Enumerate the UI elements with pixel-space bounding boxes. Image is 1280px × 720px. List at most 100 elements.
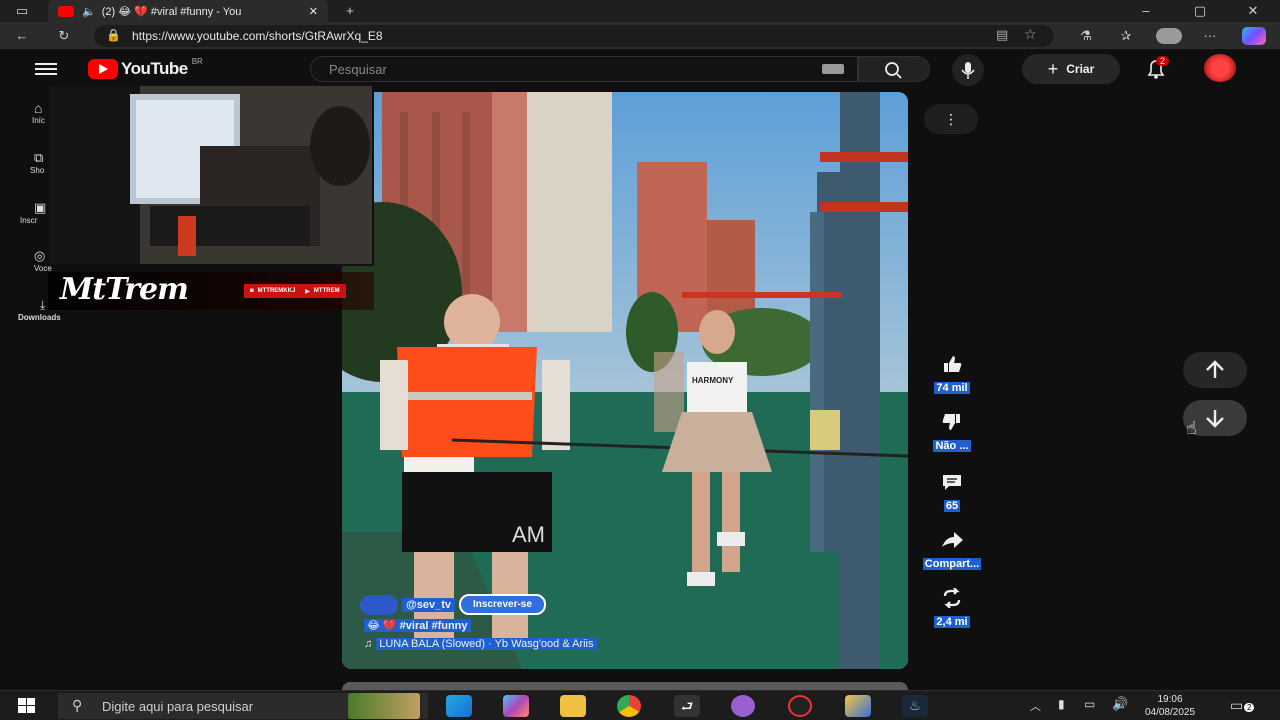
profile-avatar[interactable] (1156, 28, 1182, 44)
social-links: ◙ MTTREMKKJ ▶ MTTREM (244, 284, 346, 298)
facecam-overlay (48, 84, 374, 266)
refresh-icon[interactable]: ↻ (52, 25, 76, 47)
comments-count: 65 (943, 500, 961, 512)
dislike-action[interactable]: Não ... (916, 408, 988, 454)
network-icon[interactable]: ▭ (1084, 697, 1095, 711)
windows-start-icon[interactable] (18, 698, 36, 714)
account-avatar[interactable] (1204, 54, 1236, 82)
region-code: BR (191, 56, 203, 66)
music-note-icon: ♫ (364, 638, 373, 650)
search-icon: ⚲ (72, 697, 83, 713)
hamburger-menu-icon[interactable] (35, 60, 57, 78)
taskbar-search[interactable]: ⚲ Digite aqui para pesquisar (58, 693, 428, 719)
youtube-logo[interactable]: YouTube BR (88, 56, 203, 82)
owl-widget-icon[interactable] (348, 693, 420, 719)
plus-icon: + (1047, 58, 1059, 79)
arrow-up-icon (1206, 360, 1224, 378)
like-action[interactable]: 74 mil (916, 350, 988, 396)
remix-action[interactable]: 2,4 mi (916, 584, 988, 630)
clock[interactable]: 19:06 04/08/2025 (1140, 693, 1200, 719)
back-icon[interactable]: ← (10, 25, 34, 47)
volume-icon[interactable]: 🔊 (1112, 696, 1128, 712)
channel-handle[interactable]: @sev_tv (402, 597, 455, 612)
previous-short-button[interactable] (1183, 352, 1247, 388)
music-title: LUNA BALA (Slowed) · Yb Wasg'ood & Ariis (376, 638, 597, 650)
close-window-button[interactable]: ✕ (1241, 0, 1265, 22)
channel-row: @sev_tv Inscrever-se (360, 594, 546, 615)
dislike-icon[interactable] (930, 408, 974, 436)
share-label: Compart... (922, 558, 982, 570)
short-caption[interactable]: 😂 💔 #viral #funny (364, 619, 471, 632)
discord-icon[interactable] (731, 695, 755, 717)
app-icon[interactable] (845, 695, 871, 717)
like-icon[interactable] (930, 350, 974, 378)
search-button[interactable] (858, 56, 930, 82)
youtube-favicon-icon (58, 5, 74, 17)
steam-icon[interactable]: ♨ (902, 695, 928, 717)
url-text: https://www.youtube.com/shorts/GtRAwrXq_… (132, 29, 383, 43)
streamer-banner: MtTrem ◙ MTTREMKKJ ▶ MTTREM (48, 272, 374, 310)
youtube-play-icon (88, 59, 118, 79)
notification-center-icon[interactable]: ▭ 2 (1230, 697, 1255, 715)
copilot-taskbar-icon[interactable] (503, 695, 529, 717)
taskbar: ⚲ Digite aqui para pesquisar ⮐ ♨ ︿ ▮ ▭ 🔊… (0, 690, 1280, 720)
notifications-button[interactable]: 2 (1142, 56, 1170, 82)
create-label: Criar (1066, 62, 1095, 76)
notification-count-badge: 2 (1244, 703, 1255, 712)
chrome-icon[interactable] (617, 695, 641, 717)
microphone-icon (961, 62, 975, 79)
short-video-player[interactable]: AM HARMONY @sev_tv Inscrever-se 😂 💔 #vir… (342, 92, 908, 669)
edge-icon[interactable] (446, 695, 472, 717)
svg-text:AM: AM (512, 522, 545, 547)
comment-icon[interactable] (930, 468, 974, 496)
clock-date: 04/08/2025 (1144, 707, 1196, 718)
new-tab-icon[interactable]: + (338, 0, 362, 22)
obs-icon[interactable] (788, 695, 812, 717)
create-button[interactable]: + Criar (1022, 54, 1120, 84)
instagram-icon: ◙ (250, 288, 254, 294)
search-input[interactable]: Pesquisar (310, 56, 858, 82)
close-tab-icon[interactable]: ✕ (309, 5, 318, 18)
reader-mode-icon[interactable]: ▤ (996, 27, 1008, 43)
social-handle-2: MTTREM (313, 288, 340, 294)
nav-label: Downloads (18, 313, 61, 322)
youtube-logo-text: YouTube (121, 59, 188, 78)
share-action[interactable]: Compart... (916, 526, 988, 572)
social-handle-1: MTTREMKKJ (257, 288, 296, 294)
usb-icon[interactable]: ▮ (1058, 697, 1065, 711)
browser-tab-active[interactable]: 🔈 (2) 😂 💔 #viral #funny - You ✕ (48, 0, 328, 22)
address-bar[interactable]: 🔒 https://www.youtube.com/shorts/GtRAwrX… (94, 25, 1054, 47)
tab-actions-icon[interactable]: ▭ (10, 0, 34, 22)
streamer-name: MtTrem (60, 272, 189, 307)
remix-icon[interactable] (930, 584, 974, 612)
extensions-icon[interactable]: ⚗ (1074, 25, 1098, 47)
tray-expand-icon[interactable]: ︿ (1030, 698, 1041, 714)
shirt-text: HARMONY (692, 376, 734, 385)
facecam-image (50, 86, 372, 264)
remix-count: 2,4 mi (934, 616, 970, 628)
maximize-button[interactable]: ▢ (1188, 0, 1212, 22)
keyboard-icon[interactable] (822, 64, 844, 74)
arrow-down-icon (1206, 410, 1224, 428)
share-icon[interactable] (930, 526, 974, 554)
browser-toolbar: ← ↻ 🔒 https://www.youtube.com/shorts/GtR… (0, 22, 1280, 50)
tab-title: (2) 😂 💔 #viral #funny - You (101, 5, 242, 18)
favorites-icon[interactable]: ✰ (1114, 25, 1138, 47)
comments-action[interactable]: 65 (916, 468, 988, 514)
notification-badge: 2 (1156, 56, 1170, 66)
more-menu-icon[interactable]: ··· (1198, 25, 1222, 47)
file-explorer-icon[interactable] (560, 695, 586, 717)
copilot-icon[interactable] (1242, 27, 1266, 45)
subscribe-button[interactable]: Inscrever-se (458, 594, 546, 615)
favorite-star-icon[interactable]: ☆ (1024, 26, 1037, 43)
channel-avatar[interactable] (360, 594, 398, 615)
browser-tab-bar: ▭ 🔈 (2) 😂 💔 #viral #funny - You ✕ + – ▢ … (0, 0, 1280, 22)
hand-cursor-icon: ☝ (1186, 418, 1197, 438)
game-launcher-icon[interactable]: ⮐ (674, 695, 700, 717)
minimize-button[interactable]: – (1134, 0, 1158, 22)
voice-search-button[interactable] (952, 54, 984, 86)
music-row[interactable]: ♫ LUNA BALA (Slowed) · Yb Wasg'ood & Ari… (364, 638, 597, 650)
speaker-icon[interactable]: 🔈 (82, 5, 96, 18)
search-icon (885, 62, 902, 79)
more-options-icon[interactable]: ⋮ (924, 104, 978, 134)
